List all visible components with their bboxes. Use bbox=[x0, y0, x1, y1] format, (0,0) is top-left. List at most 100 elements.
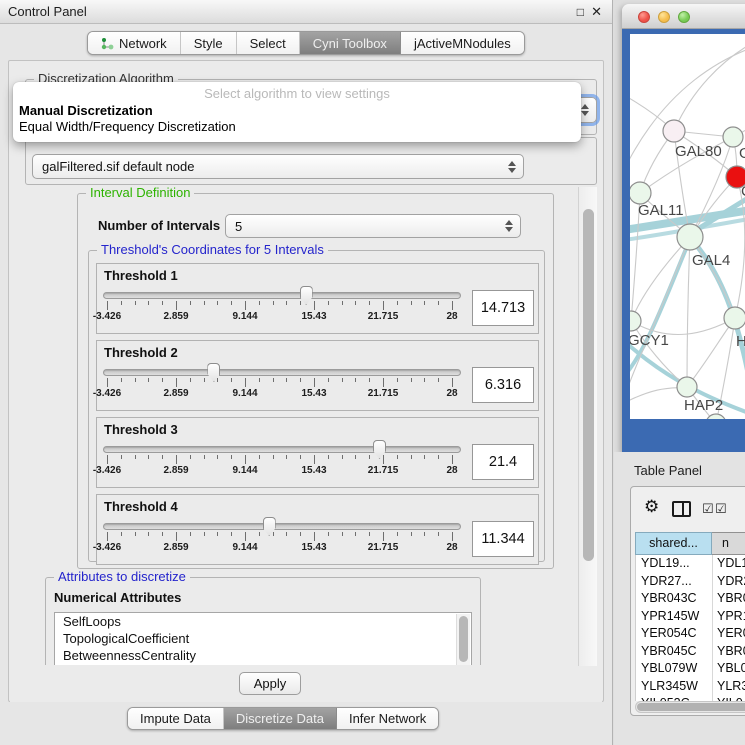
float-window-icon[interactable]: □ bbox=[577, 0, 584, 24]
attribute-item[interactable]: TopologicalCoefficient bbox=[55, 630, 471, 647]
zoom-traffic-light-icon[interactable] bbox=[678, 11, 690, 23]
cell-name[interactable]: YER0 bbox=[713, 625, 745, 643]
attributes-scrollbar-thumb[interactable] bbox=[459, 616, 468, 662]
number-of-intervals-combo[interactable]: 5 bbox=[225, 214, 521, 238]
minimize-traffic-light-icon[interactable] bbox=[658, 11, 670, 23]
close-icon[interactable]: ✕ bbox=[591, 0, 602, 24]
slider-tick-labels: -3.4262.8599.14415.4321.71528 bbox=[107, 465, 452, 477]
panel-vertical-scrollbar[interactable] bbox=[578, 187, 597, 701]
tick-label: 2.859 bbox=[163, 311, 188, 322]
attributes-list-scrollbar[interactable] bbox=[456, 614, 470, 665]
control-panel-title: Control Panel bbox=[8, 0, 87, 24]
table-row[interactable]: YBR045CYBR0 bbox=[636, 643, 745, 661]
threshold-slider[interactable]: -3.4262.8599.14415.4321.71528 bbox=[103, 360, 464, 410]
slider-track[interactable] bbox=[103, 523, 461, 530]
threshold-row-1: Threshold 1-3.4262.8599.14415.4321.71528… bbox=[96, 263, 539, 334]
tab-cyni-toolbox[interactable]: Cyni Toolbox bbox=[300, 32, 401, 54]
tab-network[interactable]: Network bbox=[88, 32, 181, 54]
cell-shared-name[interactable]: YBR043C bbox=[636, 590, 713, 608]
cell-shared-name[interactable]: YDL19... bbox=[636, 555, 713, 573]
table-horizontal-scrollbar[interactable] bbox=[635, 701, 745, 713]
threshold-row-4: Threshold 4-3.4262.8599.14415.4321.71528… bbox=[96, 494, 539, 565]
tab-style[interactable]: Style bbox=[181, 32, 237, 54]
table-data-combo-value: galFiltered.sif default node bbox=[42, 159, 194, 174]
threshold-slider[interactable]: -3.4262.8599.14415.4321.71528 bbox=[103, 514, 464, 564]
network-node-gal4[interactable] bbox=[677, 224, 703, 250]
split-columns-icon[interactable] bbox=[672, 501, 691, 517]
table-row[interactable]: YPR145WYPR1 bbox=[636, 608, 745, 626]
network-canvas[interactable]: GAL80GCGAL11GAL4GCY1HHAP2 bbox=[630, 34, 745, 419]
table-row[interactable]: YLR345WYLR3 bbox=[636, 678, 745, 696]
threshold-value-field[interactable]: 11.344 bbox=[472, 521, 534, 557]
cell-name[interactable]: YBR0 bbox=[713, 590, 745, 608]
network-node-h[interactable] bbox=[724, 307, 745, 329]
panel-scrollbar-thumb[interactable] bbox=[583, 209, 594, 561]
slider-track[interactable] bbox=[103, 369, 461, 376]
tab-infer-network[interactable]: Infer Network bbox=[337, 708, 438, 729]
tab-label: Network bbox=[119, 36, 167, 51]
cell-shared-name[interactable]: YBL079W bbox=[636, 660, 713, 678]
cell-shared-name[interactable]: YBR045C bbox=[636, 643, 713, 661]
tab-jactivemnodules[interactable]: jActiveMNodules bbox=[401, 32, 524, 54]
table-data-combo[interactable]: galFiltered.sif default node bbox=[32, 154, 524, 179]
close-traffic-light-icon[interactable] bbox=[638, 11, 650, 23]
table-row[interactable]: YDL19...YDL1 bbox=[636, 555, 745, 573]
threshold-label: Threshold 3 bbox=[104, 422, 178, 437]
top-tab-bar: Network Style Select Cyni Toolbox jActiveMNo… bbox=[87, 31, 525, 55]
tick-label: 28 bbox=[446, 542, 457, 553]
checkbox-icon[interactable]: ☑ bbox=[715, 502, 727, 517]
table-row[interactable]: YBR043CYBR0 bbox=[636, 590, 745, 608]
cell-shared-name[interactable]: YER054C bbox=[636, 625, 713, 643]
attribute-item[interactable]: BetweennessCentrality bbox=[55, 647, 471, 664]
algorithm-option-manual[interactable]: Manual Discretization bbox=[19, 103, 153, 118]
cell-shared-name[interactable]: YDR27... bbox=[636, 573, 713, 591]
network-view-window: GAL80GCGAL11GAL4GCY1HHAP2 bbox=[622, 4, 745, 452]
tab-impute-data[interactable]: Impute Data bbox=[128, 708, 224, 729]
column-header-name[interactable]: n bbox=[712, 532, 745, 555]
table-row[interactable]: YDR27...YDR2 bbox=[636, 573, 745, 591]
threshold-value-field[interactable]: 14.713 bbox=[472, 290, 534, 326]
slider-track[interactable] bbox=[103, 292, 461, 299]
threshold-slider[interactable]: -3.4262.8599.14415.4321.71528 bbox=[103, 437, 464, 487]
threshold-value-field[interactable]: 6.316 bbox=[472, 367, 534, 403]
cell-name[interactable]: YPR1 bbox=[713, 608, 745, 626]
tab-select[interactable]: Select bbox=[237, 32, 300, 54]
column-header-shared-name[interactable]: shared... bbox=[635, 532, 712, 555]
cell-name[interactable]: YDL1 bbox=[713, 555, 745, 573]
network-node-gal80[interactable] bbox=[663, 120, 685, 142]
attribute-item[interactable]: SelfLoops bbox=[55, 613, 471, 630]
numerical-attributes-list[interactable]: SelfLoopsTopologicalCoefficientBetweenne… bbox=[54, 612, 472, 665]
cell-name[interactable]: YBR0 bbox=[713, 643, 745, 661]
interval-definition-title: Interval Definition bbox=[86, 187, 194, 200]
threshold-slider[interactable]: -3.4262.8599.14415.4321.71528 bbox=[103, 283, 464, 333]
node-label-h: H bbox=[736, 333, 745, 350]
network-node-gcy1[interactable] bbox=[630, 311, 641, 331]
table-row[interactable]: YBL079WYBL0 bbox=[636, 660, 745, 678]
cell-name[interactable]: YDR2 bbox=[713, 573, 745, 591]
tab-label: Discretize Data bbox=[236, 711, 324, 726]
network-node-g[interactable] bbox=[723, 127, 743, 147]
tab-label: jActiveMNodules bbox=[414, 36, 511, 51]
node-label-gcy1: GCY1 bbox=[630, 332, 669, 349]
cell-shared-name[interactable]: YLR345W bbox=[636, 678, 713, 696]
algorithm-option-equal-width[interactable]: Equal Width/Frequency Discretization bbox=[19, 119, 236, 134]
tick-label: 2.859 bbox=[163, 388, 188, 399]
gear-icon[interactable]: ⚙ bbox=[644, 497, 659, 517]
tab-label: Select bbox=[250, 36, 286, 51]
threshold-row-3: Threshold 3 -3.4262.8599.14415.4321.71528… bbox=[96, 417, 539, 488]
tick-label: 21.715 bbox=[368, 311, 399, 322]
network-node-hap2[interactable] bbox=[677, 377, 697, 397]
control-panel-titlebar: Control Panel □ ✕ bbox=[0, 0, 612, 24]
threshold-value-field[interactable]: 21.4 bbox=[472, 444, 534, 480]
checkbox-icon[interactable]: ☑ bbox=[702, 502, 714, 517]
cell-name[interactable]: YLR3 bbox=[713, 678, 745, 696]
cell-name[interactable]: YBL0 bbox=[713, 660, 745, 678]
table-row[interactable]: YER054CYER0 bbox=[636, 625, 745, 643]
cell-shared-name[interactable]: YPR145W bbox=[636, 608, 713, 626]
tab-label: Infer Network bbox=[349, 711, 426, 726]
table-hscrollbar-thumb[interactable] bbox=[637, 703, 745, 711]
apply-button[interactable]: Apply bbox=[239, 672, 301, 695]
tab-discretize-data[interactable]: Discretize Data bbox=[224, 708, 337, 729]
network-node-gal11[interactable] bbox=[630, 182, 651, 204]
slider-track[interactable] bbox=[103, 446, 461, 453]
